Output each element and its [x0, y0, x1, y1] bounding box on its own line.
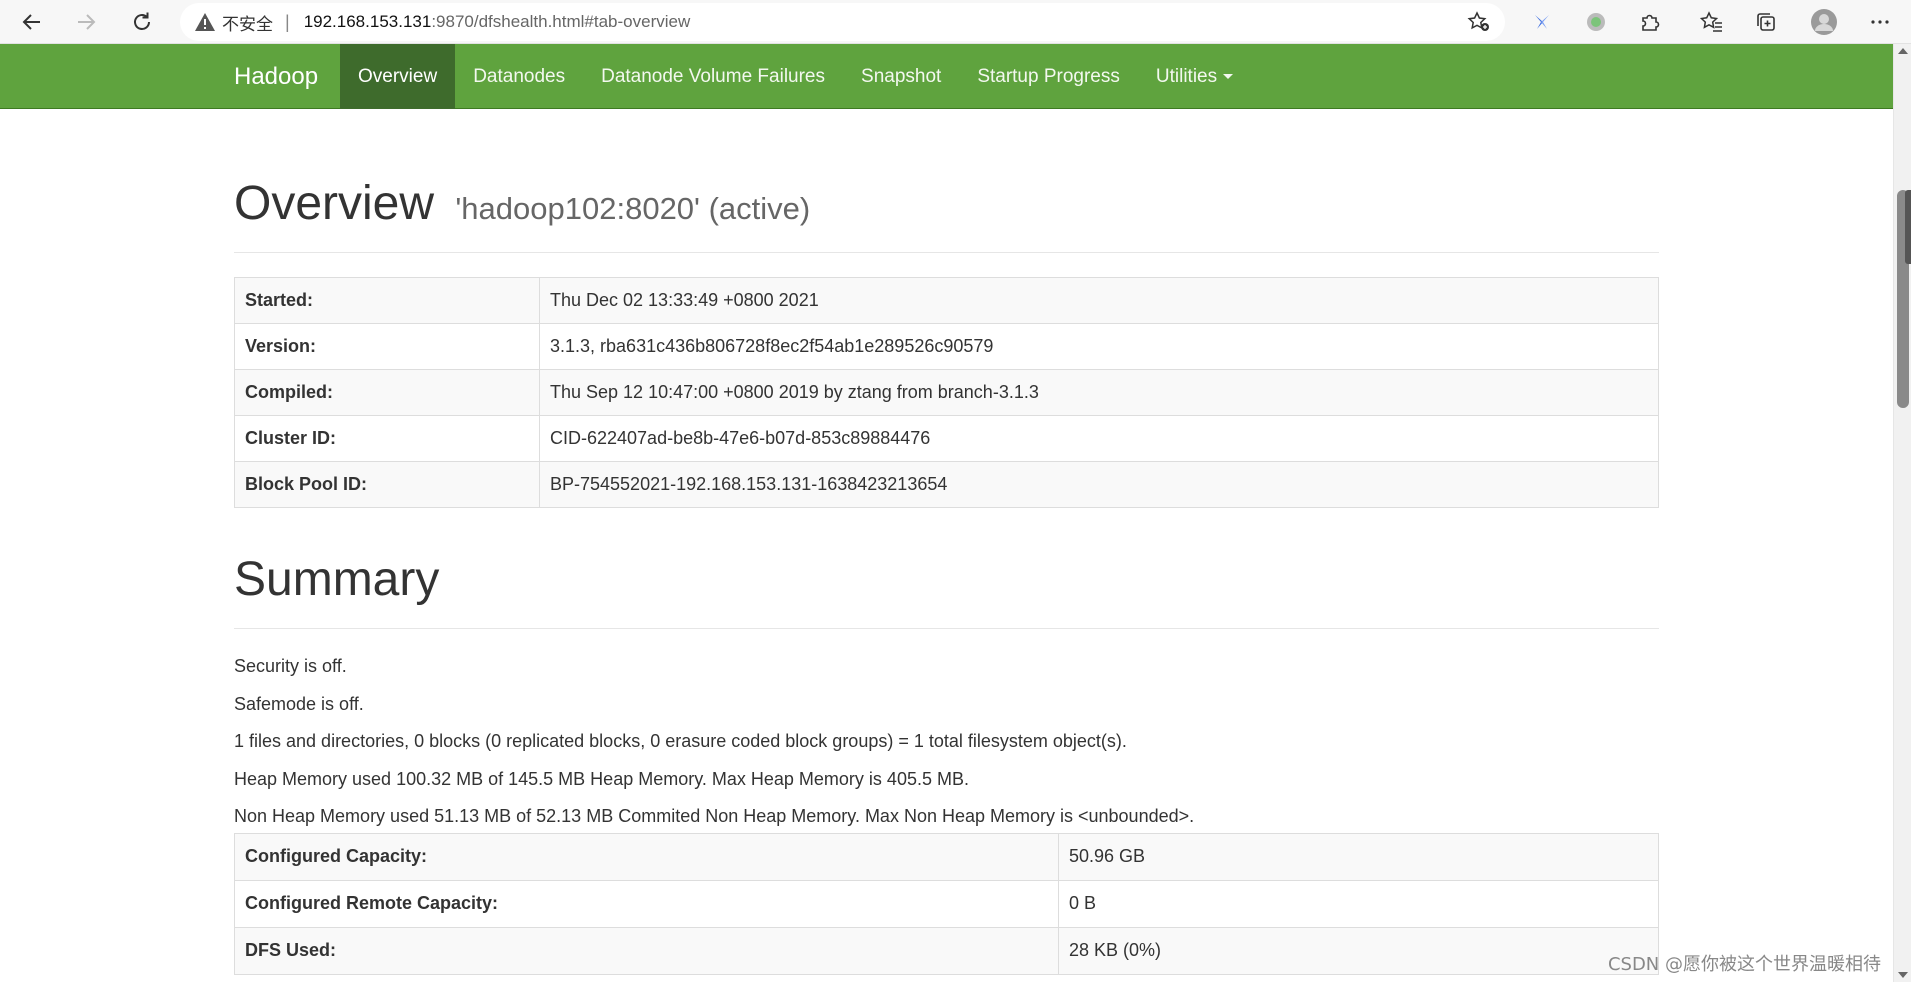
add-favorite-button[interactable] — [1467, 11, 1491, 33]
table-row: Cluster ID: CID-622407ad-be8b-47e6-b07d-… — [234, 415, 1659, 462]
page-scrollbar[interactable] — [1893, 44, 1911, 982]
favorites-button[interactable] — [1696, 6, 1728, 38]
url-path: :9870/dfshealth.html#tab-overview — [431, 12, 691, 31]
filesystem-objects: 1 files and directories, 0 blocks (0 rep… — [234, 731, 1127, 751]
arrow-left-icon — [22, 14, 40, 30]
back-button[interactable] — [16, 6, 48, 38]
forward-button[interactable] — [70, 6, 102, 38]
reload-icon — [134, 12, 150, 30]
namenode-address: 'hadoop102:8020' (active) — [455, 191, 811, 226]
extension-bird-icon — [1535, 15, 1549, 29]
row-value: Thu Sep 12 10:47:00 +0800 2019 by ztang … — [539, 369, 1659, 416]
table-row: DFS Used: 28 KB (0%) — [234, 926, 1659, 975]
row-key: Block Pool ID: — [234, 461, 540, 508]
heap-memory: Heap Memory used 100.32 MB of 145.5 MB H… — [234, 768, 969, 789]
reload-button[interactable] — [126, 6, 158, 38]
url-host: 192.168.153.131 — [303, 12, 432, 31]
row-value: 3.1.3, rba631c436b806728f8ec2f54ab1e2895… — [539, 323, 1659, 370]
row-value: CID-622407ad-be8b-47e6-b07d-853c89884476 — [539, 415, 1659, 462]
summary-heading: Summary — [234, 553, 440, 606]
summary-lines: Security is off. Safemode is off. 1 file… — [234, 655, 1659, 843]
favorites-list-icon — [1700, 11, 1722, 32]
more-dots-icon — [1871, 20, 1889, 24]
extension-button[interactable] — [1580, 6, 1612, 38]
tab-datanodes[interactable]: Datanodes — [455, 44, 583, 109]
avatar-icon — [1811, 9, 1837, 35]
overview-heading: Overview — [234, 177, 435, 230]
capacity-table: Configured Capacity: 50.96 GB Configured… — [234, 832, 1659, 975]
security-status: Security is off. — [234, 656, 347, 676]
row-key: Configured Remote Capacity: — [234, 879, 1059, 928]
row-value: Thu Dec 02 13:33:49 +0800 2021 — [539, 277, 1659, 324]
table-row: Configured Capacity: 50.96 GB — [234, 832, 1659, 881]
scroll-up-arrow-icon[interactable] — [1898, 48, 1908, 54]
watermark: CSDN @愿你被这个世界温暖相待 — [1607, 954, 1881, 975]
table-row: Configured Remote Capacity: 0 B — [234, 879, 1659, 928]
row-value: BP-754552021-192.168.153.131-16384232136… — [539, 461, 1659, 508]
safemode-status: Safemode is off. — [234, 693, 364, 714]
main-content: Overview 'hadoop102:8020' (active) Start… — [234, 110, 1659, 975]
address-bar[interactable]: 不安全 | 192.168.153.131:9870/dfshealth.htm… — [180, 3, 1505, 41]
extension-button[interactable] — [1526, 6, 1558, 38]
row-key: Cluster ID: — [234, 415, 540, 462]
row-value: 0 B — [1058, 879, 1659, 928]
collections-button[interactable] — [1750, 6, 1782, 38]
extension-circle-icon — [1587, 13, 1605, 31]
table-row: Version: 3.1.3, rba631c436b806728f8ec2f5… — [234, 323, 1659, 370]
warning-icon — [195, 13, 215, 31]
navbar: Hadoop Overview Datanodes Datanode Volum… — [0, 44, 1893, 109]
more-menu-button[interactable] — [1864, 6, 1896, 38]
row-key: DFS Used: — [234, 926, 1059, 975]
caret-down-icon — [1223, 74, 1234, 80]
tab-startup-progress[interactable]: Startup Progress — [959, 44, 1138, 109]
arrow-right-icon — [78, 14, 96, 30]
overview-table: Started: Thu Dec 02 13:33:49 +0800 2021 … — [234, 277, 1659, 508]
collections-icon — [1757, 13, 1775, 31]
tab-overview[interactable]: Overview — [340, 44, 456, 109]
row-value: 28 KB (0%) — [1058, 926, 1659, 975]
profile-button[interactable] — [1808, 6, 1840, 38]
puzzle-icon — [1642, 14, 1660, 31]
nav-items: Overview Datanodes Datanode Volume Failu… — [340, 44, 1251, 109]
row-key: Version: — [234, 323, 540, 370]
star-add-icon — [1467, 11, 1489, 31]
scroll-down-arrow-icon[interactable] — [1898, 972, 1908, 978]
brand-logo[interactable]: Hadoop — [234, 44, 318, 109]
row-key: Configured Capacity: — [234, 832, 1059, 881]
table-row: Started: Thu Dec 02 13:33:49 +0800 2021 — [234, 277, 1659, 324]
table-row: Block Pool ID: BP-754552021-192.168.153.… — [234, 461, 1659, 508]
insecure-label: 不安全 — [222, 14, 273, 34]
divider — [234, 252, 1659, 253]
page-title: Overview 'hadoop102:8020' (active) — [234, 180, 1659, 228]
sidebar-handle[interactable] — [1905, 190, 1911, 264]
tab-snapshot[interactable]: Snapshot — [843, 44, 959, 109]
address-separator: | — [285, 11, 290, 32]
tab-datanode-volume-failures[interactable]: Datanode Volume Failures — [583, 44, 843, 109]
row-value: 50.96 GB — [1058, 832, 1659, 881]
divider — [234, 628, 1659, 629]
table-row: Compiled: Thu Sep 12 10:47:00 +0800 2019… — [234, 369, 1659, 416]
tab-utilities[interactable]: Utilities — [1138, 44, 1251, 109]
row-key: Compiled: — [234, 369, 540, 416]
extensions-button[interactable] — [1634, 6, 1666, 38]
browser-toolbar: 不安全 | 192.168.153.131:9870/dfshealth.htm… — [0, 0, 1911, 44]
row-key: Started: — [234, 277, 540, 324]
utilities-label: Utilities — [1155, 66, 1218, 87]
